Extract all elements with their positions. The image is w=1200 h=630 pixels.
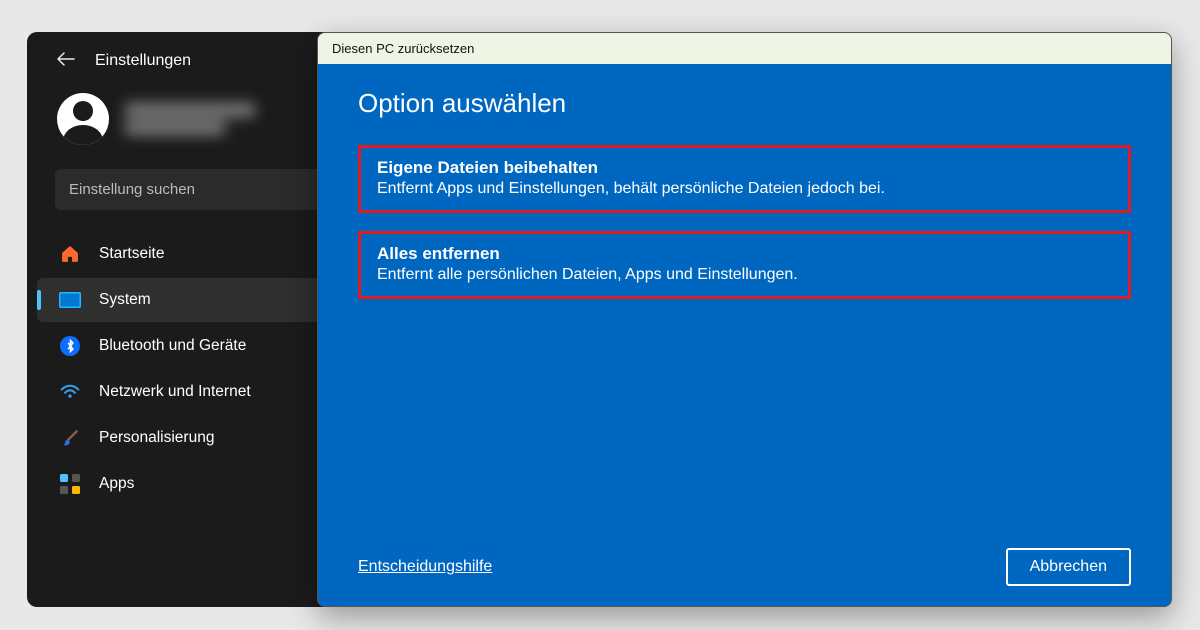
cancel-button[interactable]: Abbrechen xyxy=(1006,548,1131,586)
option-desc: Entfernt alle persönlichen Dateien, Apps… xyxy=(377,266,1112,284)
search-placeholder: Einstellung suchen xyxy=(69,181,195,198)
back-arrow-icon[interactable] xyxy=(57,50,75,71)
option-keep-files[interactable]: Eigene Dateien beibehalten Entfernt Apps… xyxy=(358,145,1131,213)
option-desc: Entfernt Apps und Einstellungen, behält … xyxy=(377,180,1112,198)
dialog-heading: Option auswählen xyxy=(358,88,1131,119)
dialog-body: Option auswählen Eigene Dateien beibehal… xyxy=(318,64,1171,606)
avatar-icon xyxy=(57,93,109,145)
bluetooth-icon xyxy=(59,335,81,357)
brush-icon xyxy=(59,427,81,449)
apps-icon xyxy=(59,473,81,495)
nav-label: Bluetooth und Geräte xyxy=(99,337,246,355)
wifi-icon xyxy=(59,381,81,403)
dialog-window-title: Diesen PC zurücksetzen xyxy=(332,41,474,56)
nav-label: Apps xyxy=(99,475,134,493)
nav-label: System xyxy=(99,291,151,309)
settings-title: Einstellungen xyxy=(95,52,191,70)
reset-pc-dialog: Diesen PC zurücksetzen Option auswählen … xyxy=(317,32,1172,607)
help-link[interactable]: Entscheidungshilfe xyxy=(358,558,492,576)
dialog-titlebar: Diesen PC zurücksetzen xyxy=(318,33,1171,64)
option-title: Alles entfernen xyxy=(377,244,1112,264)
system-icon xyxy=(59,289,81,311)
option-title: Eigene Dateien beibehalten xyxy=(377,158,1112,178)
nav-label: Netzwerk und Internet xyxy=(99,383,251,401)
dialog-footer: Entscheidungshilfe Abbrechen xyxy=(358,538,1131,586)
nav-label: Startseite xyxy=(99,245,164,263)
option-remove-everything[interactable]: Alles entfernen Entfernt alle persönlich… xyxy=(358,231,1131,299)
home-icon xyxy=(59,243,81,265)
nav-label: Personalisierung xyxy=(99,429,214,447)
